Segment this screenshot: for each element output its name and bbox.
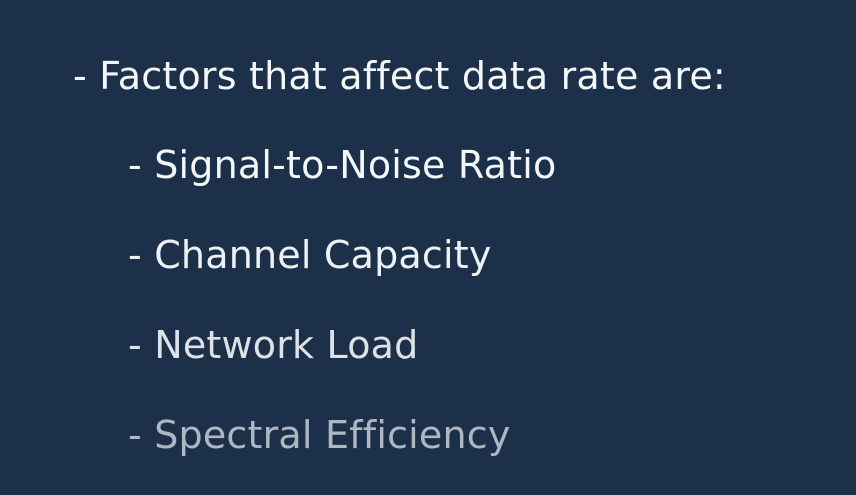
bullet-item-spectral-efficiency: - Spectral Efficiency	[128, 413, 511, 457]
slide: - Factors that affect data rate are: - S…	[0, 0, 856, 495]
bullet-item-network-load: - Network Load	[128, 323, 419, 367]
bullet-item-signal-to-noise-ratio: - Signal-to-Noise Ratio	[128, 143, 557, 187]
bullet-item-channel-capacity: - Channel Capacity	[128, 233, 492, 277]
slide-heading: - Factors that affect data rate are:	[73, 54, 726, 98]
